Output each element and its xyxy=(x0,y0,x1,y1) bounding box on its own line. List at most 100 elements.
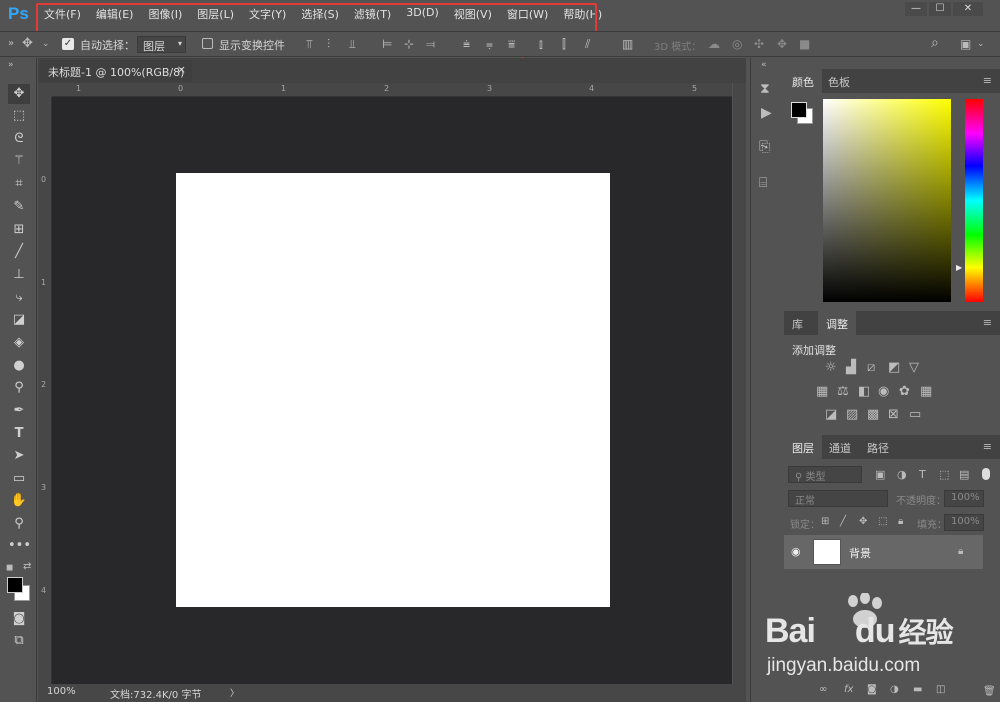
color-lookup-icon[interactable]: ▦ xyxy=(920,385,932,399)
opacity-field[interactable]: 100% xyxy=(944,490,984,507)
type-tool-icon[interactable]: T xyxy=(8,424,30,444)
panel-expand-icon[interactable]: « xyxy=(761,58,767,72)
pen-tool-icon[interactable]: ✒ xyxy=(8,401,30,421)
paint-bucket-tool-icon[interactable]: ◈ xyxy=(8,333,30,353)
close-button[interactable]: ✕ xyxy=(953,2,983,16)
workspace-icon[interactable]: ▣ xyxy=(960,37,971,51)
tab-layers[interactable]: 图层 xyxy=(784,435,822,459)
exposure-icon[interactable]: ◩ xyxy=(888,361,900,375)
threshold-icon[interactable]: ▩ xyxy=(867,408,879,422)
eye-icon[interactable]: ◉ xyxy=(791,545,801,559)
panel-collapse-icon[interactable]: » xyxy=(8,58,14,72)
document-tab[interactable]: 未标题-1 @ 100%(RGB/8) × xyxy=(40,60,192,82)
close-icon[interactable]: × xyxy=(177,63,186,76)
tab-paths[interactable]: 路径 xyxy=(859,435,897,459)
brightness-contrast-icon[interactable]: ☼ xyxy=(825,361,837,375)
hand-tool-icon[interactable]: ✋ xyxy=(8,491,30,511)
chevron-down-icon[interactable]: ⌄ xyxy=(42,37,50,51)
document-canvas[interactable] xyxy=(176,173,610,607)
lock-position-icon[interactable]: ✥ xyxy=(859,515,867,529)
lock-artboard-icon[interactable]: ⬚ xyxy=(878,515,887,529)
filter-shape-icon[interactable]: ⬚ xyxy=(939,468,949,482)
align-bottom-edges-icon[interactable]: ⫫ xyxy=(349,37,356,51)
filter-pixel-icon[interactable]: ▣ xyxy=(875,468,885,482)
tab-adjustments[interactable]: 调整 xyxy=(818,311,856,335)
horizontal-ruler[interactable]: 1 0 1 2 3 4 5 xyxy=(52,83,732,97)
maximize-button[interactable]: ☐ xyxy=(929,2,951,16)
dodge-tool-icon[interactable]: ⚲ xyxy=(8,378,30,398)
default-colors-icon[interactable]: ◼ xyxy=(6,561,13,575)
distribute-hcenter-icon[interactable]: ⫿ xyxy=(562,37,566,51)
3d-pan-icon[interactable]: ✣ xyxy=(754,37,764,51)
panel-collapse-icon[interactable]: » xyxy=(8,37,14,51)
color-balance-icon[interactable]: ⚖ xyxy=(837,385,849,399)
vibrance-icon[interactable]: ▽ xyxy=(909,361,919,375)
auto-select-dropdown[interactable]: 图层 ▾ xyxy=(137,36,186,53)
distribute-bottom-icon[interactable]: ⩸ xyxy=(508,37,515,51)
layer-row[interactable]: ◉ 背景 🔒︎ xyxy=(784,535,983,569)
filter-adjustment-icon[interactable]: ◑ xyxy=(897,468,907,482)
align-right-edges-icon[interactable]: ⫤ xyxy=(426,37,435,51)
layer-style-icon[interactable]: fx xyxy=(844,683,853,697)
auto-align-icon[interactable]: ▥ xyxy=(622,37,633,51)
blend-mode-dropdown[interactable]: 正常 xyxy=(788,490,888,507)
invert-icon[interactable]: ◪ xyxy=(825,408,837,422)
tab-color[interactable]: 颜色 xyxy=(784,69,822,93)
crop-tool-icon[interactable]: ⌗ xyxy=(8,174,30,194)
3d-video-icon[interactable]: ■ xyxy=(799,37,810,51)
new-layer-icon[interactable]: ◫ xyxy=(936,683,945,697)
eraser-tool-icon[interactable]: ◪ xyxy=(8,310,30,330)
blur-tool-icon[interactable]: ● xyxy=(8,356,30,376)
hue-slider[interactable] xyxy=(965,99,983,302)
tab-swatches[interactable]: 色板 xyxy=(820,69,858,93)
lasso-tool-icon[interactable]: ᘓ xyxy=(8,129,30,149)
minimize-button[interactable]: — xyxy=(905,2,927,16)
3d-roll-icon[interactable]: ◎ xyxy=(732,37,742,51)
hue-slider-handle[interactable]: ▶ xyxy=(956,263,962,272)
3d-slide-icon[interactable]: ✥ xyxy=(777,37,787,51)
foreground-color-swatch[interactable] xyxy=(791,102,807,118)
layer-filter-dropdown[interactable]: ⚲ 类型 xyxy=(788,466,862,483)
chevron-down-icon[interactable]: ⌄ xyxy=(977,37,985,51)
magic-wand-tool-icon[interactable]: ⚚ xyxy=(8,151,30,171)
group-icon[interactable]: ▬ xyxy=(913,683,922,697)
zoom-level[interactable]: 100% xyxy=(47,686,76,697)
panel-menu-icon[interactable]: ≡ xyxy=(983,316,992,329)
rectangle-tool-icon[interactable]: ▭ xyxy=(8,469,30,489)
history-brush-tool-icon[interactable]: ⤷ xyxy=(8,288,30,308)
lock-all-icon[interactable]: 🔒︎ xyxy=(898,515,903,529)
foreground-color-swatch[interactable] xyxy=(7,577,23,593)
move-tool-icon[interactable]: ✥ xyxy=(22,37,33,51)
color-picker-field[interactable] xyxy=(823,99,951,302)
fill-field[interactable]: 100% xyxy=(944,514,984,531)
levels-icon[interactable]: ▟ xyxy=(846,361,856,375)
adjustment-layer-icon[interactable]: ◑ xyxy=(890,683,899,697)
status-menu-arrow[interactable]: 〉 xyxy=(230,686,239,699)
layer-mask-icon[interactable]: ◙ xyxy=(867,683,877,697)
distribute-right-icon[interactable]: ⫽ xyxy=(585,37,590,51)
show-transform-checkbox[interactable] xyxy=(202,38,213,49)
gradient-map-icon[interactable]: ▭ xyxy=(909,408,921,422)
tab-channels[interactable]: 通道 xyxy=(821,435,859,459)
swap-colors-icon[interactable]: ⇄ xyxy=(23,560,31,574)
zoom-tool-icon[interactable]: ⚲ xyxy=(8,514,30,534)
healing-brush-tool-icon[interactable]: ⊞ xyxy=(8,220,30,240)
filter-type-icon[interactable]: T xyxy=(919,468,926,482)
quick-mask-icon[interactable]: ◙ xyxy=(8,609,30,629)
3d-orbit-icon[interactable]: ☁ xyxy=(708,37,720,51)
stamp-tool-icon[interactable]: ⊥ xyxy=(8,265,30,285)
distribute-left-icon[interactable]: ⫾ xyxy=(539,37,543,51)
filter-toggle-icon[interactable] xyxy=(982,468,990,480)
panel-menu-icon[interactable]: ≡ xyxy=(983,74,992,87)
path-selection-tool-icon[interactable]: ➤ xyxy=(8,446,30,466)
selective-color-icon[interactable]: ⊠ xyxy=(888,408,899,422)
vertical-ruler[interactable]: 0 1 2 3 4 xyxy=(38,97,52,685)
lock-image-icon[interactable]: ╱ xyxy=(840,515,846,529)
curves-icon[interactable]: ⧄ xyxy=(867,361,875,375)
auto-select-checkbox[interactable]: ✓ xyxy=(62,38,74,50)
channel-mixer-icon[interactable]: ✿ xyxy=(899,385,910,399)
photo-filter-icon[interactable]: ◉ xyxy=(878,385,889,399)
link-layers-icon[interactable]: ∞ xyxy=(819,683,827,697)
history-panel-icon[interactable]: ⧗ xyxy=(760,82,770,96)
align-vertical-centers-icon[interactable]: ⫶ xyxy=(327,37,330,51)
